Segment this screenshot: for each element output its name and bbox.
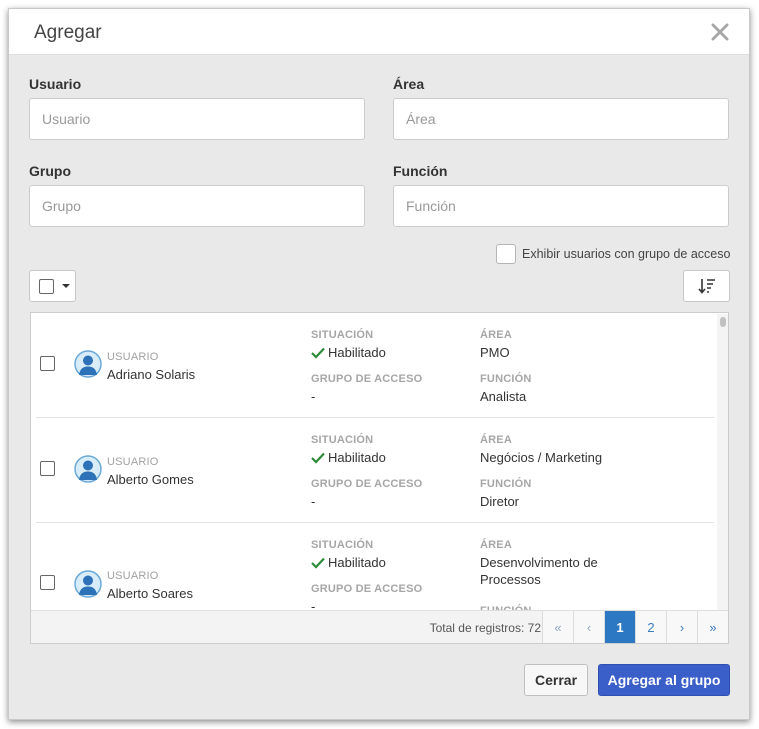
first-page-button[interactable]: « [542,611,573,643]
access-group-label: GRUPO DE ACCESO [311,478,423,490]
row-checkbox[interactable] [40,461,55,476]
check-icon [311,452,325,464]
prev-page-button[interactable]: ‹ [573,611,604,643]
page-1-button[interactable]: 1 [604,611,635,643]
user-avatar-icon [74,570,102,598]
user-avatar-icon [74,455,102,483]
last-page-button[interactable]: » [697,611,728,643]
close-icon[interactable] [709,21,731,43]
role-value: Analista [480,389,527,404]
show-users-with-group-toggle[interactable]: Exhibir usuarios con grupo de acceso [496,244,730,264]
role-value: Diretor [480,494,520,509]
access-group-label: GRUPO DE ACCESO [311,373,423,385]
show-users-with-group-checkbox[interactable] [496,244,516,264]
user-label: USUARIO [107,570,159,582]
area-label: ÁREA [480,434,512,446]
user-label: USUARIO [107,456,159,468]
page-2-button[interactable]: 2 [635,611,666,643]
status-label: SITUACIÓN [311,539,374,551]
close-button[interactable]: Cerrar [524,664,588,696]
area-value: Negócios / Marketing [480,450,603,465]
next-page-button[interactable]: › [666,611,697,643]
status-value: Habilitado [311,449,386,466]
list-item[interactable]: USUARIO Alberto Soares SITUACIÓN Habilit… [36,523,714,612]
check-icon [311,557,325,569]
user-list-panel: USUARIO Adriano Solaris SITUACIÓN Habili… [30,312,729,644]
show-users-with-group-label: Exhibir usuarios con grupo de acceso [522,247,731,261]
user-name: Alberto Gomes [107,472,194,487]
user-name: Alberto Soares [107,586,193,601]
select-all-dropdown[interactable] [29,270,76,302]
check-icon [311,347,325,359]
user-list[interactable]: USUARIO Adriano Solaris SITUACIÓN Habili… [31,313,728,612]
user-name: Adriano Solaris [107,367,196,382]
grupo-label: Grupo [29,163,71,179]
row-checkbox[interactable] [40,575,55,590]
funcion-input[interactable] [393,185,729,227]
list-item[interactable]: USUARIO Alberto Gomes SITUACIÓN Habilita… [36,418,714,523]
row-checkbox[interactable] [40,356,55,371]
add-to-group-button[interactable]: Agregar al grupo [598,664,730,696]
select-all-checkbox[interactable] [39,278,54,294]
area-label: ÁREA [480,329,512,341]
caret-down-icon [62,284,70,288]
total-records: Total de registros: 72 [429,621,541,635]
area-value: PMO [480,345,510,360]
area-label: Área [393,76,425,92]
grupo-input[interactable] [29,185,365,227]
list-item[interactable]: USUARIO Adriano Solaris SITUACIÓN Habili… [36,313,714,418]
status-value: Habilitado [311,344,386,361]
list-footer: Total de registros: 72 « ‹ 1 2 › » [31,610,728,643]
role-label: FUNCIÓN [480,373,532,385]
access-group-value: - [311,389,316,404]
funcion-label: Función [393,163,448,179]
sort-button[interactable] [683,270,730,302]
area-input[interactable] [393,98,729,140]
area-value: Desenvolvimento de Processos [480,555,598,587]
access-group-value: - [311,494,316,509]
area-label: ÁREA [480,539,512,551]
list-scrollbar[interactable] [717,314,728,610]
user-label: USUARIO [107,351,159,363]
status-value: Habilitado [311,554,386,571]
usuario-input[interactable] [29,98,365,140]
add-dialog: Agregar Usuario Área Grupo Función Exhib… [8,8,750,720]
user-avatar-icon [74,350,102,378]
scrollbar-thumb[interactable] [720,317,726,327]
pagination: « ‹ 1 2 › » [542,611,728,643]
sort-icon [697,279,715,294]
dialog-title: Agregar [34,22,102,43]
role-label: FUNCIÓN [480,478,532,490]
status-label: SITUACIÓN [311,329,374,341]
usuario-label: Usuario [29,76,82,92]
status-text: Habilitado [328,345,386,360]
status-label: SITUACIÓN [311,434,374,446]
access-group-label: GRUPO DE ACCESO [311,583,423,595]
status-text: Habilitado [328,555,386,570]
dialog-header: Agregar [9,9,749,55]
status-text: Habilitado [328,450,386,465]
